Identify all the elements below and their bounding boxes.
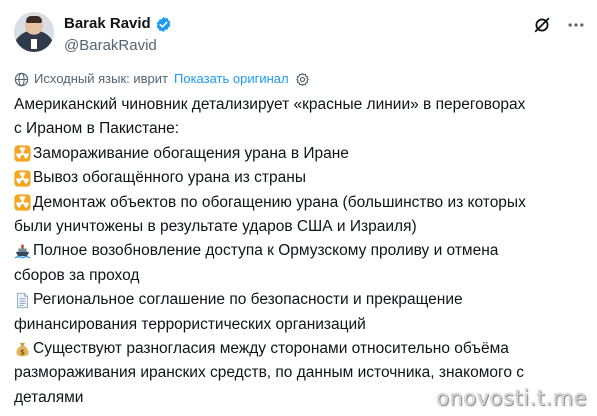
author-handle[interactable]: @BarakRavid [64,37,157,55]
tweet-line-text: Американский чиновник детализирует «крас… [14,96,526,113]
tweet-line-text: Демонтаж объектов по обогащению урана (б… [33,193,526,211]
document-icon [14,292,31,309]
radioactive-icon [14,194,31,211]
avatar-collar [31,39,37,49]
source-language-label: Исходный язык: иврит [34,71,168,86]
tweet-line-text: Существуют разногласия между сторонами о… [33,339,509,357]
tweet-line-text: сборов за проход [14,266,140,284]
header-actions [533,16,585,34]
tweet-line: Полное возобновление доступа к Ормузском… [14,239,589,263]
tweet-line-text: финансирования террористических организа… [14,315,366,333]
author-name[interactable]: Barak Ravid [64,15,151,33]
tweet-line: $ Существуют разногласия между сторонами … [14,337,589,361]
tweet-line: Американский чиновник детализирует «крас… [14,93,589,117]
avatar-hair [26,16,42,23]
author-name-line: Barak Ravid [64,15,172,33]
avatar[interactable] [14,12,54,52]
globe-icon [14,72,29,86]
tweet-line-text: Замораживание обогащения урана в Иране [33,144,349,162]
more-options-icon[interactable] [567,16,585,34]
money-bag-icon: $ [14,341,31,358]
tweet-line-text: деталями [14,388,84,406]
ship-icon [14,243,31,260]
tweet-line: Вывоз обогащённого урана из страны [14,166,589,190]
tweet-line: Региональное соглашение по безопасности … [14,288,589,312]
radioactive-icon [14,170,31,187]
tweet-line: сборов за проход [14,264,589,288]
tweet-line: размораживания иранских средств, по данн… [14,361,589,385]
svg-text:$: $ [20,348,25,356]
show-original-link[interactable]: Показать оригинал [174,70,289,88]
tweet-line-text: размораживания иранских средств, по данн… [14,364,525,382]
tweet-line: Демонтаж объектов по обогащению урана (б… [14,191,589,215]
verified-badge-icon [156,16,171,32]
tweet-text: Американский чиновник детализирует «крас… [14,93,589,410]
tweet-line-text: Вывоз обогащённого урана из страны [33,169,306,187]
tweet-line: с Ираном в Пакистане: [14,117,589,141]
watermark: onovosti.t.me [436,386,587,410]
tweet-line-text: были уничтожены в результате ударов США … [14,217,417,235]
tweet-line-text: Региональное соглашение по безопасности … [33,291,463,309]
tweet-line-text: Полное возобновление доступа к Ормузском… [33,242,499,260]
tweet-line: финансирования террористических организа… [14,313,589,337]
tweet-line: были уничтожены в результате ударов США … [14,215,589,239]
tweet-line-text: с Ираном в Пакистане: [14,120,180,138]
tweet-line: Замораживание обогащения урана в Иране [14,142,589,166]
radioactive-icon [14,145,31,163]
gear-icon[interactable] [295,72,310,87]
grok-icon[interactable] [533,16,551,34]
translation-bar: Исходный язык: иврит Показать оригинал [14,70,310,88]
tweet-header: Barak Ravid @BarakRavid [14,10,585,60]
